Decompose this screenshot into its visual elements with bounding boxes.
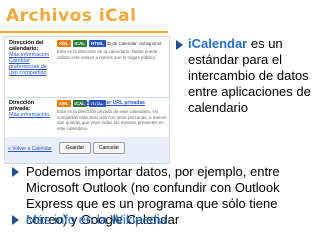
html-badge[interactable]: HTML [89,40,106,47]
icalendar-definition: iCalendar es un estándar para el interca… [188,36,320,116]
calendar-address-row: Dirección del calendario: Más informació… [5,37,169,98]
bullet-arrow-icon [176,40,183,50]
private-xml-badge[interactable]: XML [57,100,71,107]
private-address-description: Esta es la dirección privada de este cal… [57,109,167,131]
ical-badge[interactable]: ICAL [72,40,87,47]
wikipedia-link[interactable]: Más info en la Wikipedia [26,212,167,227]
settings-footer: « Volver a Calendar Guardar Cancelar [5,137,169,163]
save-button[interactable]: Guardar [59,142,91,154]
bullet-arrow-icon [12,167,19,177]
calendar-id-text: (ID de Calendar: a1l3qnom2 [105,41,162,46]
back-to-calendar-link[interactable]: « Volver a Calendar [8,146,52,152]
icalendar-term: iCalendar [188,36,248,51]
format-badges: XML ICAL HTML [57,40,106,47]
calendar-settings-screenshot: Dirección del calendario: Más informació… [4,36,170,164]
reset-private-urls-link[interactable]: Restablecer URL privadas [83,100,145,106]
bullet-arrow-icon [12,215,19,225]
calendar-address-label: Dirección del calendario: Más informació… [9,40,53,76]
page-title: Archivos iCal [6,6,137,26]
private-address-label: Dirección privada: Más información [9,100,53,118]
title-underline [0,31,168,33]
private-address-row: Dirección privada: Más información XML I… [5,97,169,138]
calendar-address-description: Esta es la dirección de tu calendario. N… [57,49,158,60]
xml-badge[interactable]: XML [57,40,71,47]
cancel-button[interactable]: Cancelar [93,142,125,154]
change-sharing-link[interactable]: Cambiar preferencias de uso compartido [9,58,53,76]
calendar-address-label-text: Dirección del calendario: [9,40,44,52]
private-more-info-link[interactable]: Más información [9,112,53,118]
private-address-label-text: Dirección privada: [9,100,35,112]
